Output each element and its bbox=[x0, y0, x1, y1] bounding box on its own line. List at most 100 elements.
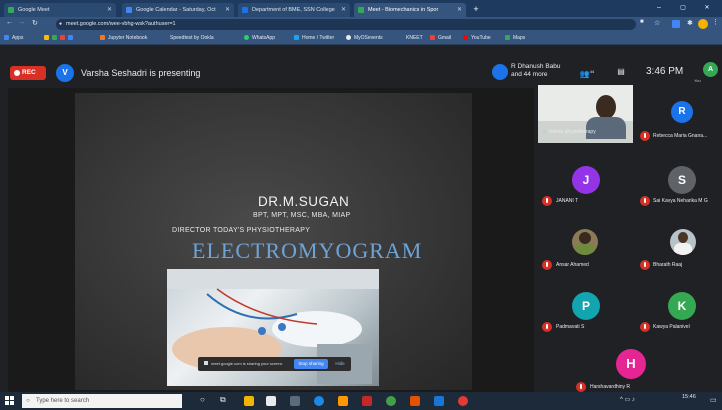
people-avatar-icon bbox=[492, 64, 508, 80]
puzzle-icon[interactable]: ✱ bbox=[687, 19, 693, 27]
presenter-avatar: V bbox=[56, 64, 74, 82]
app-icon[interactable] bbox=[362, 396, 372, 406]
bookmark-apps[interactable]: Apps bbox=[4, 32, 23, 45]
slide-speaker-name: DR.M.SUGAN bbox=[258, 194, 350, 209]
bookmark-maps[interactable]: Maps bbox=[505, 32, 525, 45]
bookmark-myosevents[interactable]: MyOSevents bbox=[346, 32, 383, 45]
back-arrow-icon[interactable]: ← bbox=[6, 19, 13, 26]
url-field[interactable]: ● meet.google.com/wee-vbhg-wsk?authuser=… bbox=[56, 19, 636, 30]
self-avatar[interactable]: A bbox=[703, 62, 718, 77]
close-icon[interactable]: ✕ bbox=[341, 3, 346, 17]
meet-favicon-icon bbox=[358, 7, 364, 13]
participant-name: Ansar Ahamed bbox=[556, 262, 589, 268]
system-tray-icon[interactable]: ^ ▭ ♪ bbox=[620, 396, 635, 403]
close-icon[interactable]: ✕ bbox=[457, 3, 462, 17]
task-view-icon[interactable]: ⧉ bbox=[220, 395, 226, 405]
participant-tile[interactable]: ≋ Vishnu physiotherapy bbox=[538, 85, 633, 143]
meeting-clock: 3:46 PM bbox=[646, 66, 684, 77]
search-placeholder: Type here to search bbox=[36, 398, 90, 404]
mic-muted-icon bbox=[640, 196, 650, 206]
app-icon[interactable] bbox=[434, 396, 444, 406]
chrome-icon[interactable] bbox=[386, 396, 396, 406]
tab-title: Google Meet bbox=[18, 7, 50, 13]
mic-muted-icon bbox=[542, 322, 552, 332]
bookmark-youtube[interactable]: YouTube bbox=[463, 32, 491, 45]
tab-google-calendar[interactable]: Google Calendar - Saturday, Oct ✕ bbox=[122, 3, 234, 17]
participant-photo bbox=[572, 229, 598, 255]
file-explorer-icon[interactable] bbox=[244, 396, 254, 406]
drive-icon bbox=[52, 34, 57, 40]
notification-icon[interactable]: ▭ bbox=[710, 396, 717, 404]
participants-count: 44 bbox=[589, 69, 595, 74]
forward-arrow-icon[interactable]: → bbox=[18, 19, 25, 26]
bookmark-label: Jupyter Notebook bbox=[108, 35, 148, 41]
camera-icon[interactable]: ■ bbox=[640, 19, 644, 25]
participant-name: Kawya Palanivel bbox=[653, 324, 690, 330]
mic-muted-icon bbox=[640, 131, 650, 141]
screen-icon bbox=[204, 361, 208, 365]
windows-start-icon[interactable] bbox=[5, 396, 15, 406]
people-summary[interactable]: R Dhanush Babu and 44 more bbox=[511, 63, 561, 79]
participant-avatar: P bbox=[572, 292, 600, 320]
participant-name: Sai Kavya Neharika M G bbox=[653, 198, 708, 204]
edge-icon[interactable] bbox=[314, 396, 324, 406]
mic-muted-icon bbox=[576, 382, 586, 392]
chat-icon[interactable]: ▤ bbox=[612, 65, 630, 79]
app-icon[interactable] bbox=[338, 396, 348, 406]
hide-button[interactable]: Hide bbox=[332, 359, 348, 369]
photo-head bbox=[579, 232, 591, 244]
photo-body bbox=[674, 243, 692, 255]
taskbar-search-input[interactable]: ○ Type here to search bbox=[22, 394, 182, 408]
close-icon[interactable]: ✕ bbox=[225, 3, 230, 17]
slide-qualifications: BPT, MPT, MSC, MBA, MIAP bbox=[253, 212, 351, 219]
bookmark-label: Gmail bbox=[438, 35, 452, 41]
bookmark-label: MyOSevents bbox=[354, 35, 383, 41]
minimize-button[interactable]: – bbox=[652, 3, 666, 13]
docs-icon bbox=[68, 34, 73, 40]
share-notice-text: meet.google.com is sharing your screen. bbox=[211, 361, 284, 366]
presenting-status: Varsha Seshadri is presenting bbox=[81, 68, 201, 78]
participant-avatar: H bbox=[616, 349, 646, 379]
search-icon: ○ bbox=[26, 398, 30, 404]
star-icon[interactable]: ☆ bbox=[654, 19, 660, 27]
bookmark-kneet[interactable]: KNEET bbox=[406, 32, 423, 45]
windows-taskbar: ○ Type here to search ○ ⧉ ^ ▭ ♪ 15:46 ▭ bbox=[0, 392, 722, 410]
participant-name: Vishnu physiotherapy bbox=[548, 129, 596, 135]
new-tab-button[interactable]: + bbox=[470, 3, 482, 15]
cortana-icon[interactable]: ○ bbox=[200, 395, 205, 404]
bookmark-speedtest[interactable]: Speedtest by Ookla bbox=[170, 32, 214, 45]
extension-icon[interactable] bbox=[672, 20, 680, 28]
meet-favicon-icon bbox=[8, 7, 14, 13]
college-favicon-icon bbox=[242, 7, 248, 13]
bookmark-label: Maps bbox=[513, 35, 526, 41]
app-icon[interactable] bbox=[410, 396, 420, 406]
bookmark-label: Apps bbox=[12, 35, 24, 41]
store-icon[interactable] bbox=[266, 396, 276, 406]
app-icon[interactable] bbox=[290, 396, 300, 406]
tab-department-bme[interactable]: Department of BME, SSN College ✕ bbox=[238, 3, 350, 17]
participants-icon[interactable]: 👥44 bbox=[578, 65, 596, 79]
stop-sharing-button[interactable]: Stop sharing bbox=[294, 359, 328, 369]
app-icon[interactable] bbox=[458, 396, 468, 406]
bookmark-twitter[interactable]: Home / Twitter bbox=[294, 32, 334, 45]
tab-google-meet[interactable]: Google Meet ✕ bbox=[4, 3, 116, 17]
tab-meet-biomechanics[interactable]: Meet - Biomechanics in Spor ✕ bbox=[354, 3, 466, 17]
participant-avatar: K bbox=[668, 292, 696, 320]
mic-muted-icon bbox=[640, 322, 650, 332]
taskbar-clock: 15:46 bbox=[682, 394, 696, 400]
menu-dots-icon[interactable]: ⋮ bbox=[712, 18, 719, 26]
tab-title: Meet - Biomechanics in Spor bbox=[368, 7, 439, 13]
close-icon[interactable]: ✕ bbox=[107, 3, 112, 17]
address-bar-row: ← → ↻ ● meet.google.com/wee-vbhg-wsk?aut… bbox=[0, 17, 722, 32]
profile-avatar-icon[interactable] bbox=[698, 19, 708, 29]
slide-title: ELECTROMYOGRAM bbox=[192, 238, 423, 263]
maximize-button[interactable]: ▢ bbox=[676, 3, 690, 13]
bookmark-jupyter[interactable]: Jupyter Notebook bbox=[100, 32, 147, 45]
reload-icon[interactable]: ↻ bbox=[32, 19, 38, 27]
window-close-button[interactable]: ✕ bbox=[700, 3, 714, 13]
bookmark-gmail[interactable]: Gmail bbox=[430, 32, 451, 45]
bookmark-whatsapp[interactable]: WhatsApp bbox=[244, 32, 275, 45]
bookmark-chrome-icons bbox=[44, 32, 76, 45]
recording-label: REC bbox=[22, 69, 36, 76]
slide-role: DIRECTOR TODAY'S PHYSIOTHERAPY bbox=[172, 227, 311, 234]
